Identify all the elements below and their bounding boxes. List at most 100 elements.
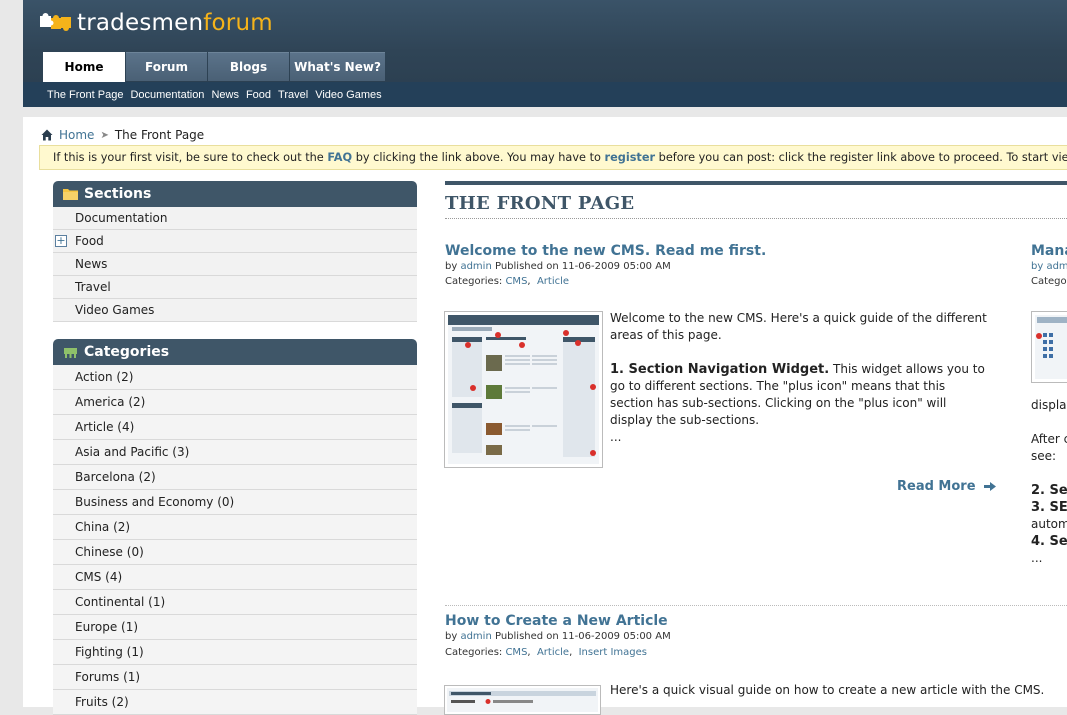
category-link-cms[interactable]: CMS	[505, 647, 527, 658]
section-item-video-games[interactable]: Video Games	[53, 299, 417, 322]
subnav-food[interactable]: Food	[246, 89, 278, 101]
metadata-screenshot-thumbnail	[447, 688, 598, 712]
author-link[interactable]: admin	[460, 631, 491, 642]
notice-text-1: If this is your first visit, be sure to …	[53, 151, 328, 164]
author-link[interactable]: admin	[460, 261, 491, 272]
clipped-line: 4. Sec	[1031, 534, 1067, 549]
subnav-documentation[interactable]: Documentation	[130, 89, 211, 101]
meta-published: Published on 11-06-2009 05:00 AM	[491, 631, 671, 642]
article-categories: Categories: CMS, Article	[445, 276, 570, 287]
article-categories: Categories: CMS, Article, Insert Images	[445, 647, 647, 658]
categories-header: Categories	[53, 339, 417, 365]
tab-blogs[interactable]: Blogs	[208, 52, 289, 81]
folder-icon	[63, 189, 78, 200]
category-item[interactable]: Fighting (1)	[53, 640, 417, 665]
tab-home[interactable]: Home	[43, 52, 125, 82]
excerpt-ellipsis: ...	[610, 430, 622, 444]
excerpt-paragraph-1: Welcome to the new CMS. Here's a quick g…	[610, 311, 987, 342]
article-title-link[interactable]: Mana	[1031, 243, 1067, 259]
subnav-travel[interactable]: Travel	[278, 89, 315, 101]
categories-list: Action (2) America (2) Article (4) Asia …	[53, 365, 417, 715]
main-nav-tabs: Home Forum Blogs What's New?	[43, 52, 385, 82]
article-thumbnail[interactable]	[444, 311, 603, 468]
breadcrumb-separator-icon: ➤	[100, 129, 109, 141]
article-create-new: How to Create a New Article by admin Pub…	[445, 613, 1005, 658]
category-item[interactable]: CMS (4)	[53, 565, 417, 590]
page-content: Home ➤ The Front Page If this is your fi…	[23, 117, 1067, 715]
tab-whats-new[interactable]: What's New?	[290, 52, 385, 81]
categories-title: Categories	[84, 344, 170, 360]
article-meta: by admin Published on 11-06-2009 05:00 A…	[445, 261, 1005, 272]
site-header: tradesmenforum Home Forum Blogs What's N…	[23, 0, 1067, 107]
category-item[interactable]: Fruits (2)	[53, 690, 417, 715]
logo-text-part2: forum	[203, 9, 273, 36]
category-item[interactable]: Barcelona (2)	[53, 465, 417, 490]
article-welcome: Welcome to the new CMS. Read me first. b…	[445, 243, 1005, 287]
section-item-label: Travel	[75, 280, 111, 294]
breadcrumb-home-link[interactable]: Home	[59, 128, 94, 142]
clipped-line: 3. SEC	[1031, 500, 1067, 515]
meta-by: by	[445, 631, 461, 642]
tab-forum[interactable]: Forum	[126, 52, 207, 81]
site-logo[interactable]: tradesmenforum	[39, 6, 273, 40]
clipped-line: autom	[1031, 517, 1067, 531]
categories-label: Categories:	[445, 647, 506, 658]
sections-widget: Sections Documentation + Food News Travel…	[53, 181, 417, 322]
category-item[interactable]: Chinese (0)	[53, 540, 417, 565]
register-link[interactable]: register	[605, 151, 656, 164]
section-item-documentation[interactable]: Documentation	[53, 207, 417, 230]
clipped-line: ...	[1031, 551, 1043, 565]
expand-plus-icon[interactable]: +	[55, 235, 67, 247]
puzzle-logo-icon	[40, 13, 71, 31]
category-link-cms[interactable]: CMS	[505, 276, 527, 287]
section-item-label: Food	[75, 234, 104, 248]
logo-text: tradesmenforum	[77, 9, 273, 36]
section-item-news[interactable]: News	[53, 253, 417, 276]
article-meta: by admin Published on 11-06-2009 05:00 A…	[445, 631, 1005, 642]
clipped-line: After c	[1031, 432, 1067, 446]
category-item[interactable]: Action (2)	[53, 365, 417, 390]
section-item-label: Video Games	[75, 303, 155, 317]
sections-header: Sections	[53, 181, 417, 207]
article-title-link[interactable]: How to Create a New Article	[445, 613, 1005, 629]
category-item[interactable]: Europe (1)	[53, 615, 417, 640]
notice-text-2: by clicking the link above. You may have…	[352, 151, 605, 164]
category-item[interactable]: Business and Economy (0)	[53, 490, 417, 515]
subnav-video-games[interactable]: Video Games	[315, 89, 388, 101]
categories-widget: Categories Action (2) America (2) Articl…	[53, 339, 417, 715]
article-title-link[interactable]: Welcome to the new CMS. Read me first.	[445, 243, 1005, 259]
front-page-heading: THE FRONT PAGE	[445, 181, 1067, 219]
category-item[interactable]: Forums (1)	[53, 665, 417, 690]
article2-excerpt: Here's a quick visual guide on how to cr…	[610, 683, 1045, 697]
article-categories: Categor	[1031, 276, 1067, 287]
category-item[interactable]: China (2)	[53, 515, 417, 540]
article3-thumbnail[interactable]	[1031, 311, 1067, 383]
clipped-excerpt: display After c see: 2. Sec 3. SEC autom…	[1031, 397, 1067, 567]
subnav-front-page[interactable]: The Front Page	[47, 89, 130, 101]
category-link-article[interactable]: Article	[537, 647, 569, 658]
section-item-food[interactable]: + Food	[53, 230, 417, 253]
faq-link[interactable]: FAQ	[327, 151, 352, 164]
sections-list: Documentation + Food News Travel Video Ga…	[53, 207, 417, 322]
category-link-article[interactable]: Article	[537, 276, 569, 287]
category-item[interactable]: America (2)	[53, 390, 417, 415]
sections-screenshot-thumbnail	[1035, 315, 1067, 379]
section-item-travel[interactable]: Travel	[53, 276, 417, 299]
category-item[interactable]: Article (4)	[53, 415, 417, 440]
article-divider	[445, 605, 1067, 606]
cms-screenshot-thumbnail	[448, 315, 599, 464]
subnav-news[interactable]: News	[211, 89, 246, 101]
home-icon[interactable]	[41, 129, 53, 141]
category-item[interactable]: Continental (1)	[53, 590, 417, 615]
excerpt-paragraph-2: 1. Section Navigation Widget. This widge…	[610, 361, 990, 429]
category-link-insert-images[interactable]: Insert Images	[579, 647, 647, 658]
article-excerpt: Welcome to the new CMS. Here's a quick g…	[610, 310, 990, 446]
category-item[interactable]: Asia and Pacific (3)	[53, 440, 417, 465]
arrow-right-icon	[983, 482, 996, 491]
article2-thumbnail[interactable]	[444, 685, 601, 715]
read-more-label: Read More	[897, 479, 976, 494]
read-more-link[interactable]: Read More	[897, 479, 996, 494]
first-visit-notice: If this is your first visit, be sure to …	[39, 145, 1067, 170]
section-item-label: News	[75, 257, 108, 271]
meta-published: Published on 11-06-2009 05:00 AM	[491, 261, 671, 272]
